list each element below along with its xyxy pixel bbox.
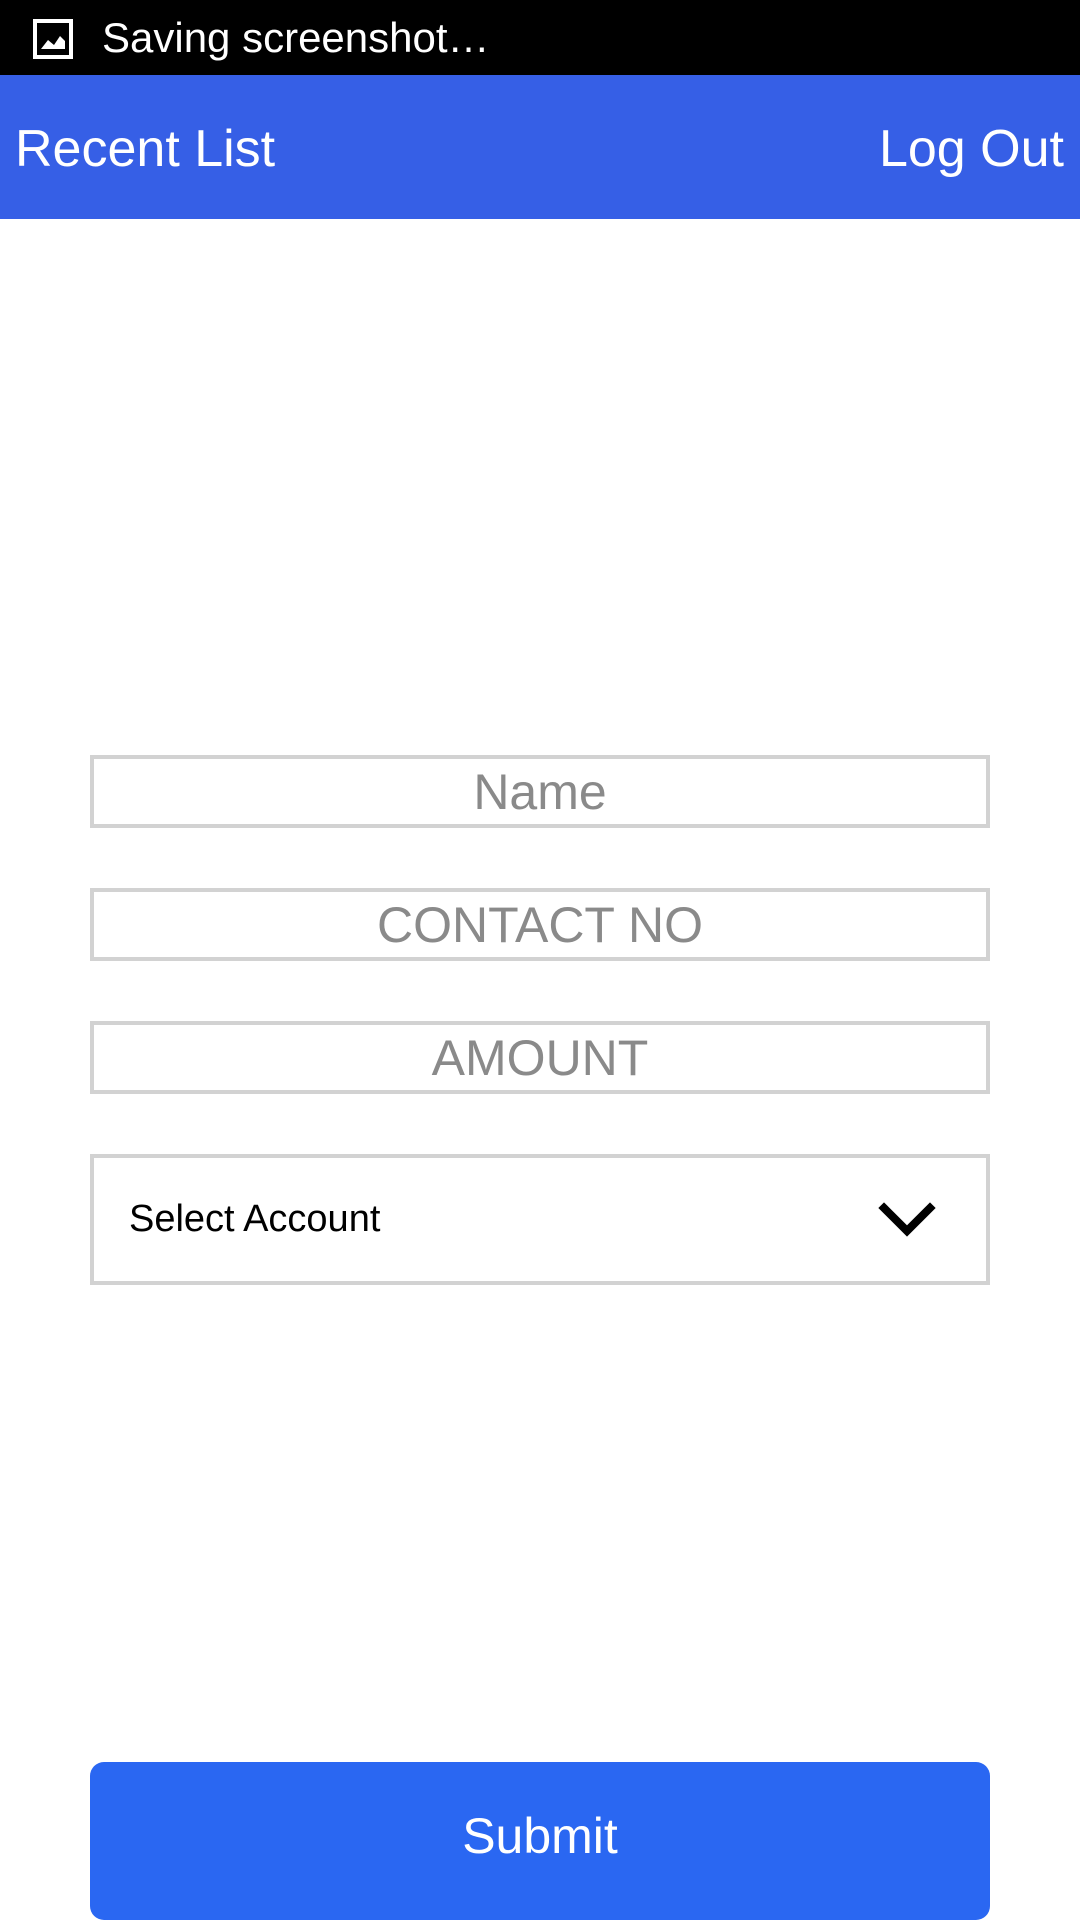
chevron-down-icon [878,1200,936,1240]
contact-no-input[interactable] [94,892,986,957]
status-bar: Saving screenshot… [0,0,1080,75]
name-field [90,755,990,828]
name-input[interactable] [94,759,986,824]
image-icon [33,19,73,59]
status-notification-text: Saving screenshot… [102,14,490,61]
log-out-button[interactable]: Log Out [879,119,1064,179]
amount-input[interactable] [94,1025,986,1090]
amount-field [90,1021,990,1094]
select-account-value: Select Account [129,1198,381,1240]
recent-list-button[interactable]: Recent List [15,119,275,179]
select-account-dropdown[interactable]: Select Account [90,1154,990,1285]
contact-field [90,888,990,961]
app-bar: Recent List Log Out [0,75,1080,219]
submit-button[interactable]: Submit [90,1762,990,1920]
